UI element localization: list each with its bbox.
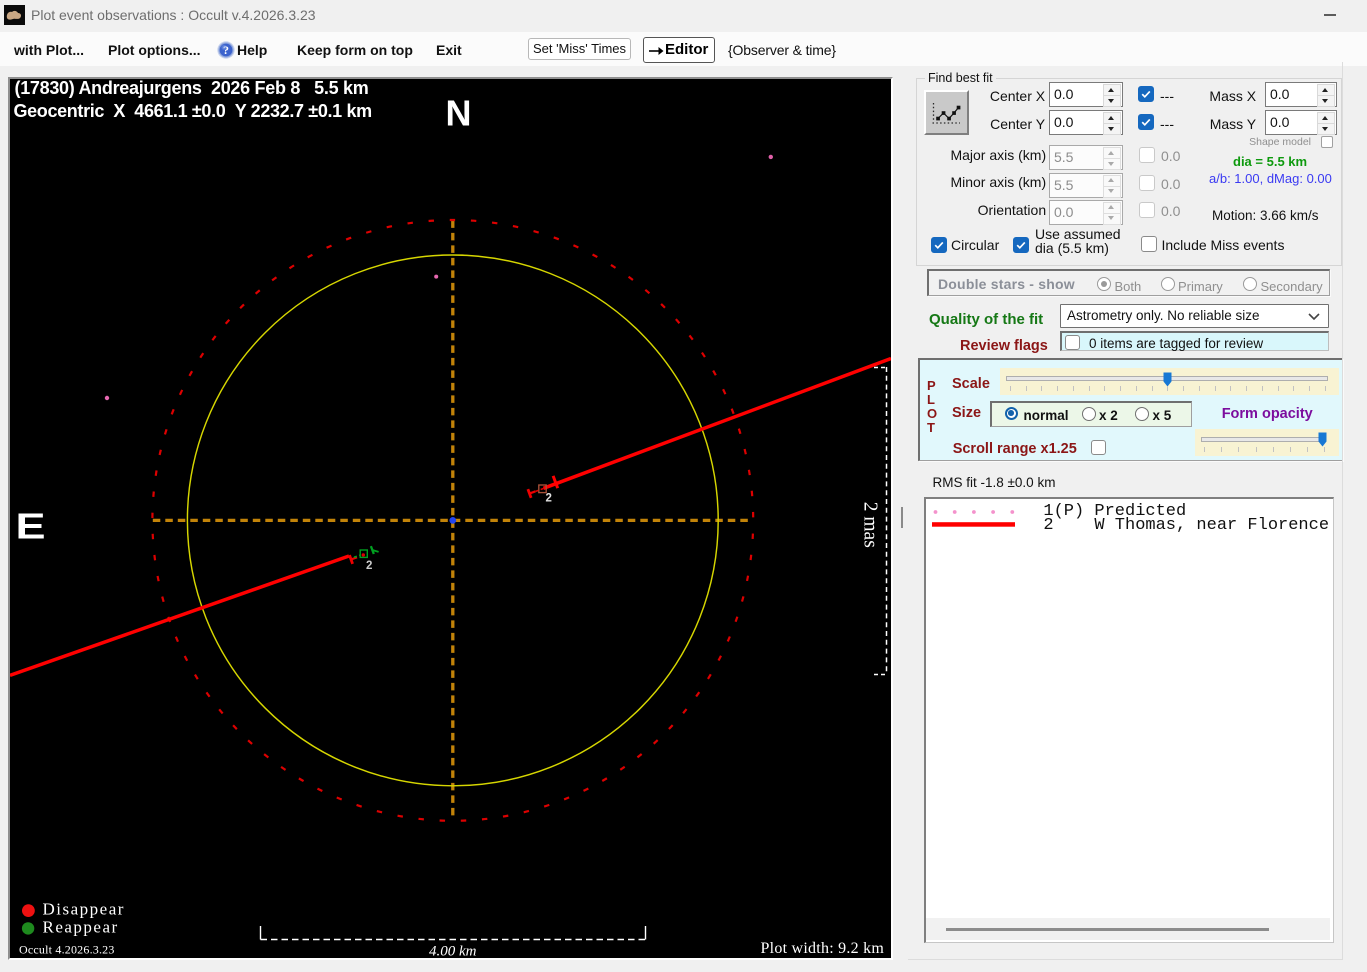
svg-text:(17830) Andreajurgens 2026 Fe: (17830) Andreajurgens 2026 Feb 8 5.5 km — [15, 79, 369, 98]
svg-text:2: 2 — [366, 560, 372, 572]
svg-text:E: E — [16, 506, 46, 547]
svg-text:2 mas: 2 mas — [860, 502, 881, 548]
svg-text:Reappear: Reappear — [43, 918, 119, 937]
svg-text:Occult 4.2026.3.23: Occult 4.2026.3.23 — [19, 943, 115, 957]
svg-text:?: ? — [223, 43, 229, 57]
svg-text:4.00 km: 4.00 km — [429, 943, 477, 958]
svg-text:Geocentric X 4661.1 ±0.0 Y: Geocentric X 4661.1 ±0.0 Y 2232.7 ±0.1 k… — [14, 101, 372, 121]
svg-text:Plot width: 9.2 km: Plot width: 9.2 km — [761, 940, 885, 957]
svg-text:Disappear: Disappear — [43, 900, 125, 919]
svg-text:2: 2 — [546, 493, 552, 505]
svg-text:N: N — [446, 92, 472, 133]
